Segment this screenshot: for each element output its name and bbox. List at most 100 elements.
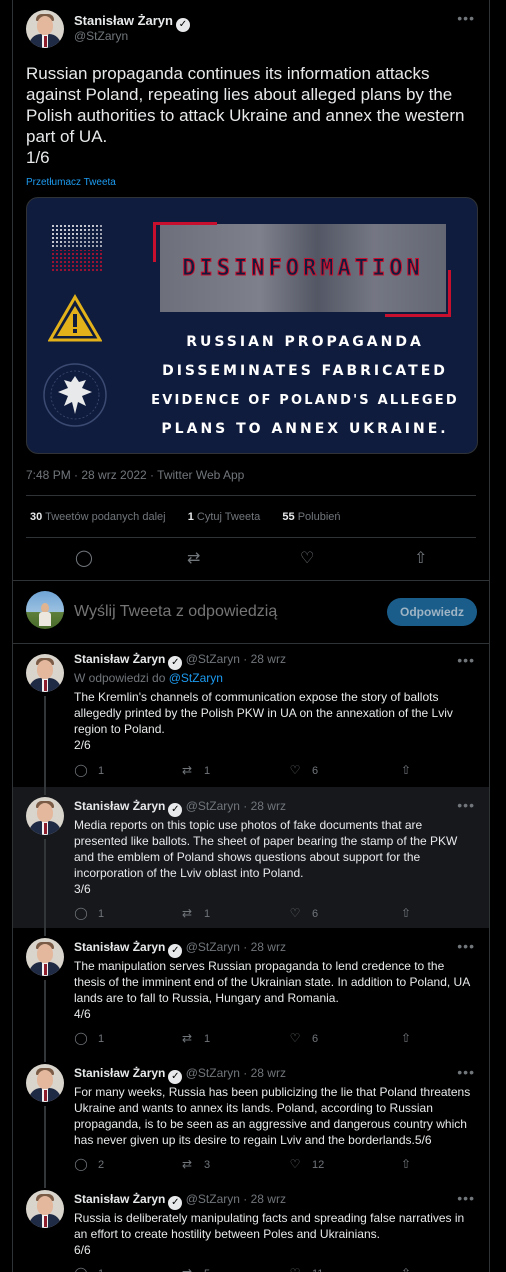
retweet-count: 1	[204, 908, 211, 920]
tweet-date[interactable]: · 28 wrz	[243, 799, 286, 813]
more-options-icon[interactable]: •••	[457, 1190, 475, 1206]
tweet-date[interactable]: · 28 wrz	[243, 1066, 286, 1080]
thread-connector	[44, 1106, 46, 1180]
reply-submit-button[interactable]: Odpowiedz	[387, 598, 477, 626]
dotted-flag-graphic	[51, 224, 103, 272]
like-action[interactable]: ♡ 11	[288, 1266, 324, 1272]
like-action[interactable]: ♡ 6	[288, 906, 319, 920]
reply-action[interactable]: ◯1	[74, 763, 104, 777]
thread-connector	[44, 787, 46, 795]
more-options-icon[interactable]: •••	[457, 1064, 475, 1080]
divider	[26, 495, 476, 496]
retweet-action[interactable]: ⇄ 1	[180, 763, 210, 777]
reply-count: 1	[98, 765, 105, 777]
share-icon[interactable]: ⇧	[414, 548, 427, 568]
retweet-action[interactable]: ⇄ 1	[180, 906, 210, 920]
tweet-timestamp[interactable]: 7:48 PM · 28 wrz 2022 · Twitter Web App	[26, 468, 244, 482]
reply-actions: ◯1 ⇄5 ♡11 ⇧	[74, 1266, 434, 1272]
reply-count: 1	[98, 1033, 105, 1045]
like-count: 6	[312, 765, 319, 777]
author-avatar[interactable]	[26, 797, 64, 835]
author-avatar[interactable]	[26, 1064, 64, 1102]
reply-text: Media reports on this topic use photos o…	[74, 818, 458, 880]
author-handle[interactable]: @StZaryn	[186, 1066, 240, 1080]
author-avatar[interactable]	[26, 938, 64, 976]
verified-badge-icon: ✓	[168, 1196, 183, 1210]
like-icon: ♡	[289, 763, 301, 777]
reply-action[interactable]: ◯ 2	[74, 1157, 104, 1171]
reply-text: The Kremlin's channels of communication …	[74, 690, 453, 736]
share-action[interactable]: ⇧	[399, 1031, 423, 1045]
tweet-media-image[interactable]: DISINFORMATION RUSSIAN PROPAGANDA DISSEM…	[26, 197, 478, 454]
reply-text: For many weeks, Russia has been publiciz…	[74, 1085, 471, 1147]
reply-to-handle[interactable]: @StZaryn	[169, 671, 223, 685]
divider	[26, 537, 476, 538]
tweet-text: Russian propaganda continues its informa…	[26, 63, 484, 168]
like-icon: ♡	[289, 906, 301, 920]
share-action[interactable]: ⇧	[399, 763, 423, 777]
reply-text: The manipulation serves Russian propagan…	[74, 959, 470, 1005]
author-name[interactable]: Stanisław Żaryn	[74, 799, 165, 813]
more-options-icon[interactable]: •••	[457, 797, 475, 813]
more-options-icon[interactable]: •••	[457, 938, 475, 954]
like-action[interactable]: ♡ 6	[288, 763, 319, 777]
retweet-icon[interactable]: ⇄	[187, 548, 200, 568]
reply-icon[interactable]: ◯	[75, 548, 93, 568]
retweets-stat[interactable]: 30 Tweetów podanych dalej	[30, 511, 166, 523]
author-handle[interactable]: @StZaryn	[186, 1192, 240, 1206]
thread-connector	[44, 839, 46, 928]
verified-badge-icon: ✓	[168, 803, 183, 817]
retweet-action[interactable]: ⇄5	[180, 1266, 210, 1272]
reply-action[interactable]: ◯1	[74, 906, 104, 920]
retweet-action[interactable]: ⇄ 1	[180, 1031, 210, 1045]
reply-tweet[interactable]: Stanisław Żaryn ✓ @StZaryn · 28 wrz ••• M…	[13, 787, 489, 928]
author-handle[interactable]: @StZaryn	[186, 799, 240, 813]
author-handle[interactable]: @StZaryn	[74, 29, 128, 43]
reply-tweet[interactable]: Stanisław Żaryn ✓ @StZaryn · 28 wrz ••• T…	[13, 928, 489, 1054]
like-icon[interactable]: ♡	[300, 548, 314, 568]
author-handle[interactable]: @StZaryn	[186, 940, 240, 954]
like-action[interactable]: ♡ 12	[288, 1157, 325, 1171]
more-options-icon[interactable]: •••	[457, 652, 475, 668]
author-name[interactable]: Stanisław Żaryn	[74, 1192, 165, 1206]
share-action[interactable]: ⇧	[399, 1157, 423, 1171]
reply-tweet[interactable]: Stanisław Żaryn ✓ @StZaryn · 28 wrz ••• F…	[13, 1054, 489, 1180]
reply-body: For many weeks, Russia has been publiciz…	[74, 1084, 474, 1148]
author-name[interactable]: Stanisław Żaryn	[74, 13, 173, 28]
reply-tweet[interactable]: Stanisław Żaryn ✓ @StZaryn · 28 wrz ••• R…	[13, 1180, 489, 1272]
reply-icon: ◯	[74, 906, 88, 920]
share-action[interactable]: ⇧	[399, 906, 423, 920]
tweet-date[interactable]: · 28 wrz	[243, 652, 286, 666]
retweet-count: 1	[204, 1033, 211, 1045]
author-name[interactable]: Stanisław Żaryn	[74, 940, 165, 954]
retweets-count: 30	[30, 511, 43, 523]
warning-icon	[48, 294, 102, 342]
reply-body: The manipulation serves Russian propagan…	[74, 958, 474, 1022]
retweet-action[interactable]: ⇄ 3	[180, 1157, 210, 1171]
reply-input[interactable]	[74, 600, 364, 624]
more-options-icon[interactable]: •••	[457, 10, 475, 26]
translate-tweet-link[interactable]: Przetłumacz Tweeta	[26, 177, 116, 188]
reply-tweet[interactable]: Stanisław Żaryn ✓ @StZaryn · 28 wrz ••• W…	[13, 644, 489, 787]
share-action[interactable]: ⇧	[399, 1266, 423, 1272]
reply-actions: ◯ 1 ⇄ 1 ♡ 6 ⇧	[74, 906, 434, 924]
author-name[interactable]: Stanisław Żaryn	[74, 652, 165, 666]
tweet-body: Russian propaganda continues its informa…	[26, 64, 465, 146]
tweet-date[interactable]: · 28 wrz	[243, 940, 286, 954]
reply-action[interactable]: ◯1	[74, 1031, 104, 1045]
author-avatar[interactable]	[26, 1190, 64, 1228]
timeline-column: Stanisław Żaryn ✓ @StZaryn ••• Russian pr…	[12, 0, 490, 1272]
author-avatar[interactable]	[26, 10, 64, 48]
author-handle[interactable]: @StZaryn	[186, 652, 240, 666]
reply-action[interactable]: ◯1	[74, 1266, 104, 1272]
like-action[interactable]: ♡ 6	[288, 1031, 319, 1045]
quotes-stat[interactable]: 1 Cytuj Tweeta	[188, 511, 261, 523]
share-icon: ⇧	[400, 763, 412, 777]
tweet-date[interactable]: · 28 wrz	[243, 1192, 286, 1206]
reply-icon: ◯	[74, 1266, 88, 1272]
like-icon: ♡	[289, 1157, 301, 1171]
likes-stat[interactable]: 55 Polubień	[282, 511, 340, 523]
red-frame-left	[153, 222, 156, 262]
author-avatar[interactable]	[26, 654, 64, 692]
author-name[interactable]: Stanisław Żaryn	[74, 1066, 165, 1080]
